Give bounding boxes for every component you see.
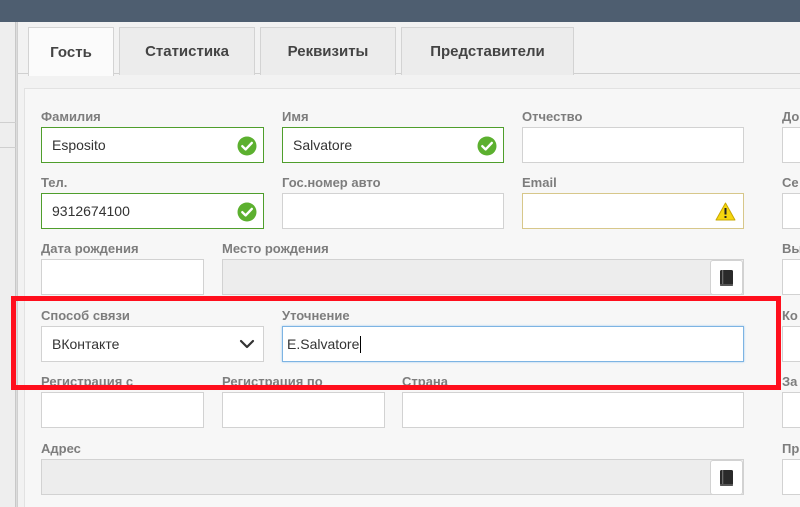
right-col-label-3: Вы <box>782 241 800 256</box>
warning-triangle-icon <box>715 202 736 221</box>
right-col-label-5: За <box>782 374 798 389</box>
text-caret <box>360 335 362 353</box>
address-lookup-button[interactable] <box>710 460 743 495</box>
reg-from-field[interactable] <box>41 392 204 428</box>
reg-to-field[interactable] <box>222 392 385 428</box>
name-label: Имя <box>282 109 309 124</box>
clarification-input[interactable]: E.Salvatore <box>282 326 744 362</box>
patronymic-field[interactable] <box>522 127 744 163</box>
chevron-down-icon <box>239 339 255 349</box>
right-col-label-4: Ко <box>782 308 798 323</box>
country-label: Страна <box>402 374 449 389</box>
car-plate-field[interactable] <box>282 193 504 229</box>
guest-form: Фамилия Esposito Имя Salvatore Отчество … <box>24 88 800 507</box>
phone-label: Тел. <box>41 175 68 190</box>
name-value: Salvatore <box>293 137 353 153</box>
birth-place-label: Место рождения <box>222 241 329 256</box>
right-col-label-6: Пр <box>782 441 800 456</box>
birth-place-field[interactable] <box>222 259 744 295</box>
birth-date-field[interactable] <box>41 259 204 295</box>
guest-card-dialog: Гость Статистика Реквизиты Представители… <box>17 22 800 507</box>
right-col-field-3[interactable] <box>782 259 800 295</box>
check-circle-icon <box>237 202 257 222</box>
address-field[interactable] <box>41 459 744 495</box>
contact-method-select[interactable]: ВКонтакте <box>41 326 264 362</box>
name-field[interactable]: Salvatore <box>282 127 504 163</box>
reg-to-label: Регистрация по <box>222 374 323 389</box>
right-col-field-4[interactable] <box>782 326 800 362</box>
right-col-field-6[interactable] <box>782 459 800 495</box>
right-col-field-2[interactable] <box>782 193 800 229</box>
right-col-field-1[interactable] <box>782 127 800 163</box>
right-col-field-5[interactable] <box>782 392 800 428</box>
contact-method-value: ВКонтакте <box>52 336 120 352</box>
clarification-label: Уточнение <box>282 308 350 323</box>
book-icon <box>719 469 733 486</box>
phone-field[interactable]: 9312674100 <box>41 193 264 229</box>
surname-value: Esposito <box>52 137 106 153</box>
patronymic-label: Отчество <box>522 109 583 124</box>
reg-from-label: Регистрация с <box>41 374 134 389</box>
right-col-label-2: Се <box>782 175 799 190</box>
tab-guest[interactable]: Гость <box>28 27 114 76</box>
country-field[interactable] <box>402 392 744 428</box>
birth-place-lookup-button[interactable] <box>710 260 743 295</box>
right-col-label-1: До <box>782 109 800 124</box>
contact-method-label: Способ связи <box>41 308 130 323</box>
tab-statistics[interactable]: Статистика <box>119 27 255 75</box>
birth-date-label: Дата рождения <box>41 241 139 256</box>
email-field[interactable] <box>522 193 744 229</box>
address-label: Адрес <box>41 441 81 456</box>
tab-requisites[interactable]: Реквизиты <box>260 27 396 75</box>
divider <box>0 147 16 148</box>
check-circle-icon <box>237 136 257 156</box>
clarification-value: E.Salvatore <box>287 336 360 352</box>
tab-representatives[interactable]: Представители <box>401 27 574 75</box>
surname-field[interactable]: Esposito <box>41 127 264 163</box>
phone-value: 9312674100 <box>52 203 130 219</box>
tab-bar: Гость Статистика Реквизиты Представители <box>18 22 800 76</box>
surname-label: Фамилия <box>41 109 101 124</box>
window-titlebar <box>0 0 800 22</box>
email-label: Email <box>522 175 557 190</box>
divider <box>0 122 16 123</box>
background-window-edge <box>0 22 16 507</box>
book-icon <box>719 269 733 286</box>
check-circle-icon <box>477 136 497 156</box>
car-plate-label: Гос.номер авто <box>282 175 381 190</box>
